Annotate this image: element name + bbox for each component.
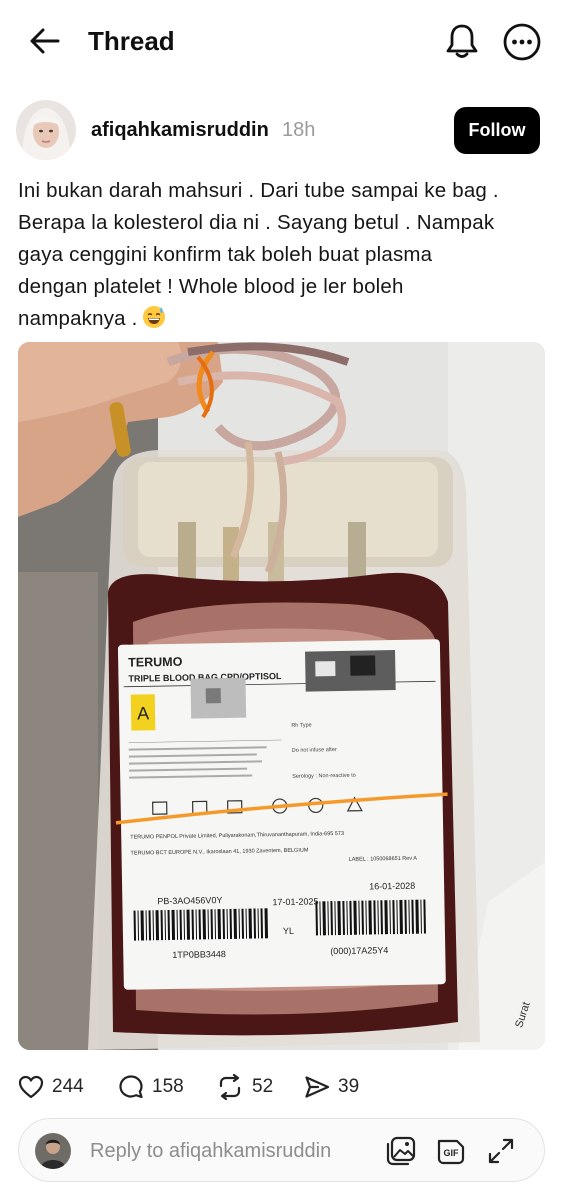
post-photo[interactable]: TERUMO TRIPLE BLOOD BAG CPD/OPTISOL A Rh… (18, 342, 545, 1050)
post-body: Ini bukan darah mahsuri . Dari tube samp… (18, 175, 548, 335)
comment-count: 158 (152, 1076, 184, 1097)
label-ref: PB-3AO456V0Y (157, 895, 222, 906)
repost-button[interactable]: 52 (216, 1070, 273, 1104)
label-expiry: Do not infuse after (292, 747, 337, 754)
gif-icon[interactable]: GIF (435, 1135, 467, 1167)
label-date-1: 17-01-2025 (272, 896, 318, 907)
page-title: Thread (88, 26, 175, 56)
label-lot-1: 1TP0BB3448 (172, 949, 226, 960)
post-text-line: Ini bukan darah mahsuri . Dari tube samp… (18, 179, 499, 202)
top-bar: Thread (0, 0, 563, 84)
more-icon[interactable] (502, 22, 542, 62)
reply-input[interactable]: Reply to afiqahkamisruddin (90, 1139, 331, 1163)
grinning-sweat-face-icon (142, 306, 165, 328)
back-arrow-icon[interactable] (28, 26, 62, 56)
post-text-last: nampaknya . (18, 307, 138, 330)
repost-icon (219, 1074, 241, 1100)
post-time: 18h (282, 119, 316, 141)
label-code: LABEL : 1050068651 Rev A (349, 856, 418, 863)
heart-icon (18, 1075, 44, 1099)
svg-text:GIF: GIF (444, 1148, 460, 1158)
like-button[interactable]: 244 (18, 1070, 84, 1104)
follow-button[interactable]: Follow (454, 107, 540, 154)
comment-icon (119, 1075, 143, 1099)
reply-bar[interactable]: Reply to afiqahkamisruddin GIF (18, 1118, 545, 1182)
post-text-line: Berapa la kolesterol dia ni . Sayang bet… (18, 211, 495, 234)
share-button[interactable]: 39 (304, 1070, 359, 1104)
repost-count: 52 (252, 1076, 274, 1097)
post-text-line: nampaknya . (18, 303, 548, 335)
image-icon[interactable] (385, 1135, 417, 1167)
expand-icon[interactable] (485, 1135, 517, 1167)
bell-icon[interactable] (444, 22, 480, 60)
label-yl: YL (283, 926, 294, 936)
label-lot-2: (000)17A25Y4 (330, 945, 388, 956)
post-actions: 244 158 52 39 (18, 1070, 438, 1104)
label-date-2: 16-01-2028 (369, 881, 415, 892)
post-username[interactable]: afiqahkamisruddin (91, 118, 269, 142)
label-rh-type: Rh Type (291, 722, 311, 728)
label-brand: TERUMO (128, 655, 183, 670)
blood-bag-image: TERUMO TRIPLE BLOOD BAG CPD/OPTISOL A Rh… (18, 342, 545, 1050)
label-serology: Serology : Non-reactive to (292, 773, 356, 780)
share-count: 39 (338, 1076, 360, 1097)
comment-button[interactable]: 158 (118, 1070, 184, 1104)
send-icon (305, 1076, 330, 1098)
post-text-line: gaya cenggini konfirm tak boleh buat pla… (18, 243, 433, 266)
reply-avatar (35, 1133, 71, 1169)
post-text-line: dengan platelet ! Whole blood je ler bol… (18, 275, 404, 298)
like-count: 244 (52, 1076, 84, 1097)
avatar[interactable] (16, 100, 76, 160)
label-blood-group: A (137, 703, 149, 723)
barcode-right (315, 899, 426, 936)
